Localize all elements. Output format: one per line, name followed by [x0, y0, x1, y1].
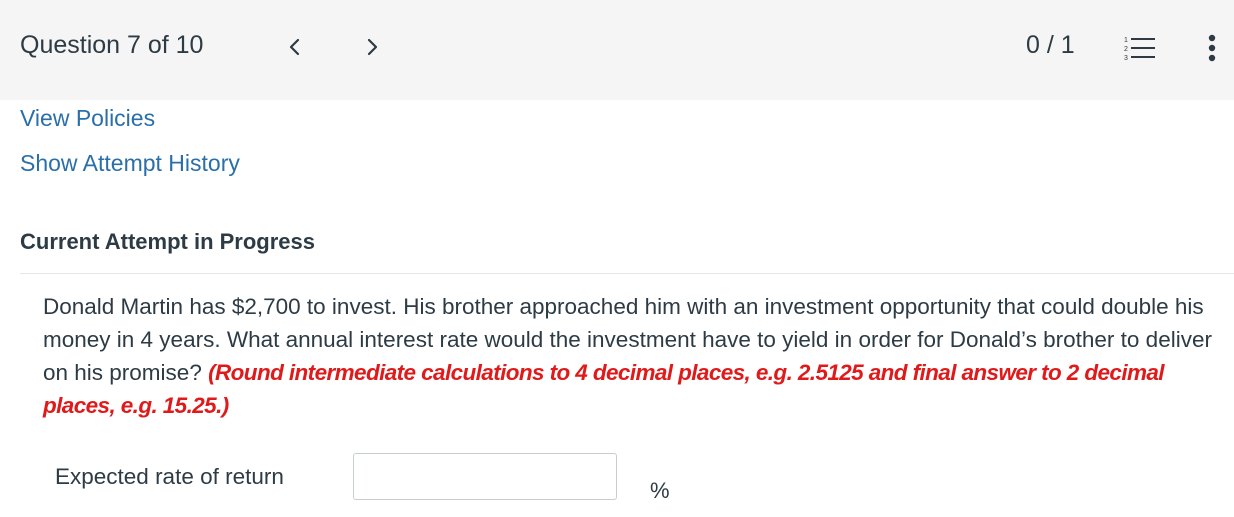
more-vertical-icon [1208, 34, 1216, 62]
more-options-button[interactable] [1204, 32, 1220, 66]
question-counter: Question 7 of 10 [20, 31, 204, 59]
score-display: 0 / 1 [1026, 31, 1075, 59]
answer-label: Expected rate of return [55, 464, 284, 489]
view-policies-link[interactable]: View Policies [20, 105, 155, 132]
section-divider [20, 273, 1234, 274]
question-list-button[interactable]: 1 2 3 [1122, 33, 1156, 63]
attempt-heading: Current Attempt in Progress [20, 229, 316, 254]
percent-unit: % [650, 478, 670, 503]
show-attempt-history-link[interactable]: Show Attempt History [20, 150, 240, 177]
next-question-button[interactable] [360, 32, 384, 62]
previous-question-button[interactable] [283, 32, 307, 62]
question-header: Question 7 of 10 0 / 1 1 2 3 [0, 0, 1234, 100]
rounding-instruction: (Round intermediate calculations to 4 de… [43, 360, 1165, 418]
numbered-list-icon: 1 2 3 [1124, 37, 1155, 62]
question-text: Donald Martin has $2,700 to invest. His … [43, 290, 1228, 422]
chevron-left-icon [289, 38, 300, 56]
chevron-right-icon [367, 38, 378, 56]
svg-text:3: 3 [1124, 55, 1128, 62]
svg-text:2: 2 [1124, 46, 1128, 53]
expected-rate-input[interactable] [353, 453, 617, 500]
svg-text:1: 1 [1124, 37, 1128, 44]
